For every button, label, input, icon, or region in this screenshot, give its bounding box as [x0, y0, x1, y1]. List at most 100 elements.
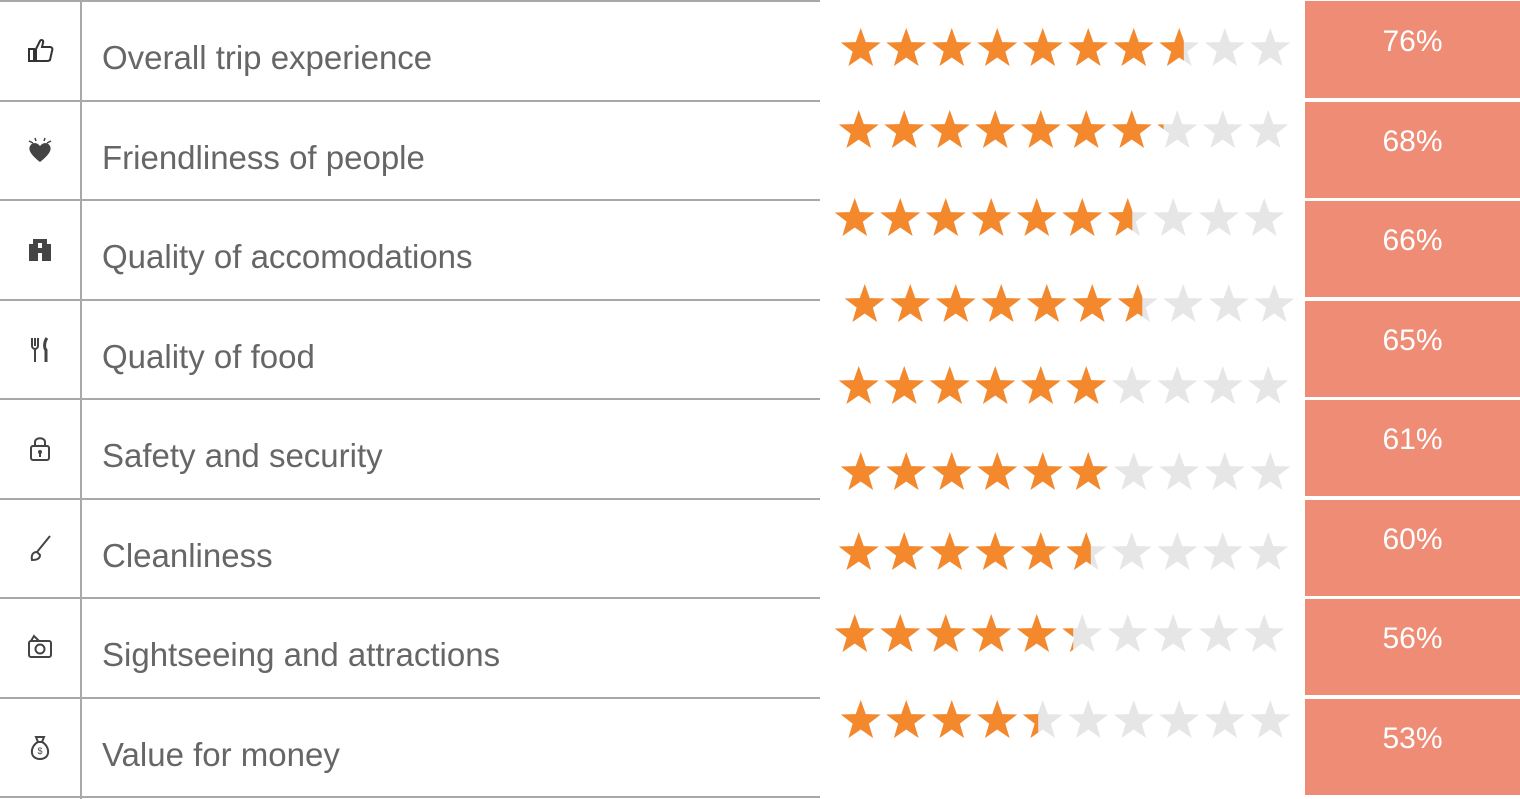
criterion-label: Sightseeing and attractions — [102, 636, 501, 673]
lock-icon — [0, 398, 80, 497]
star-filled — [935, 284, 976, 322]
row-divider — [0, 100, 820, 102]
percent-label: 66% — [1382, 224, 1443, 257]
star-filled — [834, 198, 875, 236]
star-filled — [931, 700, 972, 738]
star-filled — [1066, 366, 1107, 404]
star-rating — [838, 698, 1298, 742]
star-filled — [840, 28, 881, 66]
star-filled — [971, 198, 1012, 236]
star-filled — [929, 366, 970, 404]
svg-text:$: $ — [37, 746, 42, 756]
star-filled — [886, 452, 927, 490]
star-filled — [1113, 28, 1154, 66]
star-rating — [838, 26, 1298, 70]
star-rating — [832, 196, 1292, 240]
criterion-label: Safety and security — [102, 437, 383, 474]
percent-divider — [1305, 100, 1520, 102]
star-filled — [931, 452, 972, 490]
camera-icon — [0, 597, 80, 696]
criterion-label: Cleanliness — [102, 537, 273, 574]
star-empty — [1248, 110, 1289, 148]
star-filled — [929, 532, 970, 570]
row-divider — [0, 697, 820, 699]
star-filled — [1016, 614, 1057, 652]
star-empty — [1107, 614, 1148, 652]
star-empty — [1204, 28, 1245, 66]
star-filled — [975, 532, 1016, 570]
star-filled — [1020, 110, 1061, 148]
star-filled — [1068, 452, 1109, 490]
percent-label: 61% — [1382, 423, 1443, 456]
star-filled — [925, 614, 966, 652]
star-filled — [977, 700, 1018, 738]
criterion-label: Quality of food — [102, 338, 315, 375]
star-filled — [975, 110, 1016, 148]
star-filled — [838, 110, 879, 148]
percent-label: 56% — [1382, 622, 1443, 655]
star-filled — [1026, 284, 1067, 322]
star-empty — [1159, 700, 1200, 738]
brush-icon — [0, 498, 80, 597]
star-empty — [1250, 700, 1291, 738]
percent-divider — [1305, 199, 1520, 201]
star-filled — [931, 28, 972, 66]
star-filled — [844, 284, 885, 322]
star-empty — [1198, 614, 1239, 652]
star-filled — [1020, 366, 1061, 404]
star-empty — [1248, 532, 1289, 570]
star-empty — [1204, 700, 1245, 738]
star-filled — [977, 452, 1018, 490]
star-empty — [1244, 198, 1285, 236]
star-empty — [1202, 366, 1243, 404]
hotel-icon — [0, 199, 80, 298]
star-empty — [1111, 366, 1152, 404]
percent-label: 53% — [1382, 722, 1443, 755]
fork-knife-icon — [0, 299, 80, 398]
star-filled — [977, 28, 1018, 66]
row-divider — [0, 299, 820, 301]
criterion-label: Overall trip experience — [102, 39, 433, 76]
row-divider — [0, 498, 820, 500]
percent-label: 76% — [1382, 25, 1443, 58]
criterion-label: Friendliness of people — [102, 139, 425, 176]
star-filled — [1111, 110, 1152, 148]
thumbs-up-icon — [0, 0, 80, 99]
star-filled — [884, 366, 925, 404]
percent-label: 68% — [1382, 125, 1443, 158]
percent-divider — [1305, 597, 1520, 599]
percent-divider — [1305, 299, 1520, 301]
star-rating — [832, 612, 1292, 656]
star-empty — [1202, 110, 1243, 148]
star-rating — [836, 530, 1296, 574]
star-filled — [1072, 284, 1113, 322]
star-filled — [880, 198, 921, 236]
star-empty — [1113, 452, 1154, 490]
star-filled — [884, 110, 925, 148]
star-empty — [1153, 614, 1194, 652]
star-empty — [1157, 532, 1198, 570]
star-empty — [1208, 284, 1249, 322]
row-divider — [0, 597, 820, 599]
star-filled — [886, 700, 927, 738]
star-empty — [1068, 700, 1109, 738]
star-empty — [1157, 366, 1198, 404]
star-rating — [838, 450, 1298, 494]
star-empty — [1254, 284, 1295, 322]
row-divider — [0, 796, 820, 798]
star-filled — [1016, 198, 1057, 236]
star-filled — [840, 452, 881, 490]
criterion-label: Value for money — [102, 736, 340, 773]
star-empty — [1202, 532, 1243, 570]
star-filled — [1022, 452, 1063, 490]
star-empty — [1204, 452, 1245, 490]
star-empty — [1113, 700, 1154, 738]
star-empty — [1159, 452, 1200, 490]
star-rating — [836, 364, 1296, 408]
star-rating — [836, 108, 1296, 152]
star-filled — [981, 284, 1022, 322]
percent-divider — [1305, 498, 1520, 500]
star-empty — [1153, 198, 1194, 236]
star-empty — [1198, 198, 1239, 236]
heart-icon — [0, 100, 80, 199]
